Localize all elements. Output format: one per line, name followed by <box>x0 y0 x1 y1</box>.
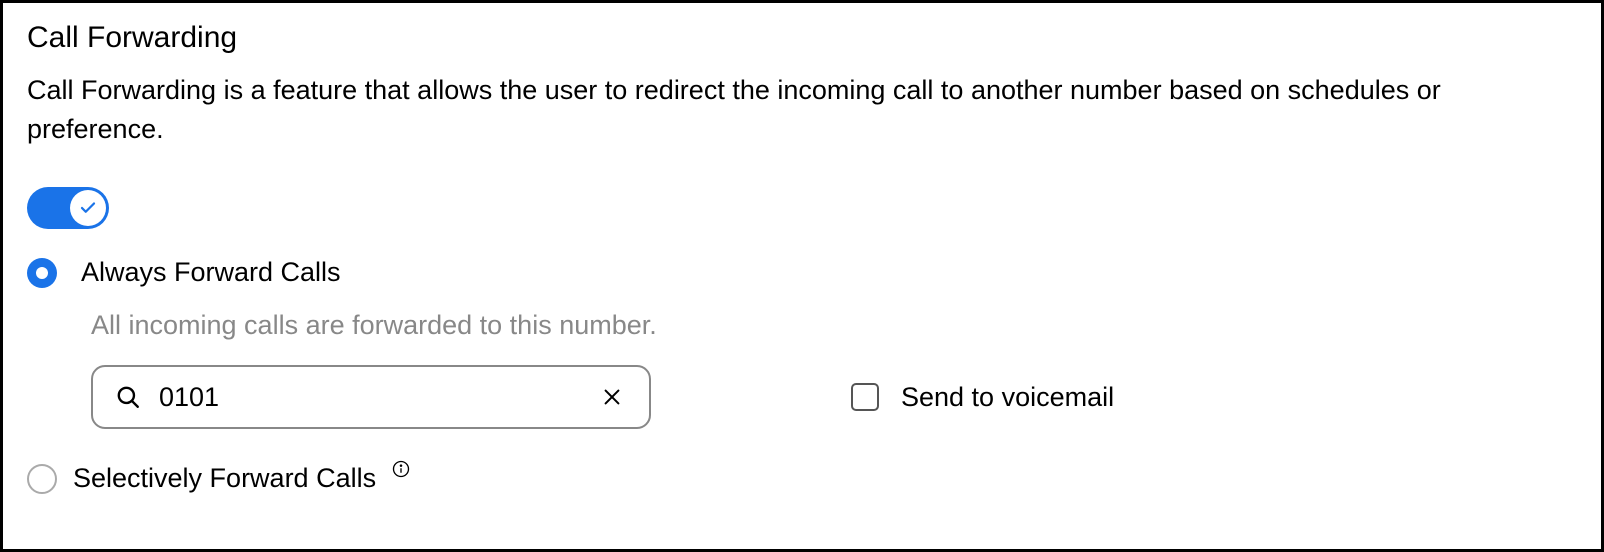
radio-always-forward[interactable] <box>27 258 57 288</box>
voicemail-checkbox-group: Send to voicemail <box>851 382 1114 413</box>
radio-always-label: Always Forward Calls <box>81 257 341 288</box>
close-icon <box>601 386 623 408</box>
always-forward-body: All incoming calls are forwarded to this… <box>27 310 1577 429</box>
toggle-knob <box>70 190 106 226</box>
search-icon <box>115 384 141 410</box>
always-helper-text: All incoming calls are forwarded to this… <box>91 310 1577 341</box>
info-icon[interactable] <box>392 460 410 478</box>
forward-number-input[interactable] <box>141 382 597 413</box>
section-description: Call Forwarding is a feature that allows… <box>27 71 1577 149</box>
section-title: Call Forwarding <box>27 21 1577 55</box>
check-icon <box>79 199 97 217</box>
option-always-row: Always Forward Calls <box>27 257 1577 288</box>
call-forwarding-panel: Call Forwarding Call Forwarding is a fea… <box>0 0 1604 552</box>
forward-input-row: Send to voicemail <box>91 365 1577 429</box>
radio-selective-label: Selectively Forward Calls <box>73 463 376 494</box>
clear-input-button[interactable] <box>597 382 627 412</box>
radio-selective-forward[interactable] <box>27 464 57 494</box>
option-selective-row: Selectively Forward Calls <box>27 463 1577 494</box>
voicemail-label: Send to voicemail <box>901 382 1114 413</box>
voicemail-checkbox[interactable] <box>851 383 879 411</box>
call-forwarding-toggle[interactable] <box>27 187 109 229</box>
forward-number-field-wrap <box>91 365 651 429</box>
